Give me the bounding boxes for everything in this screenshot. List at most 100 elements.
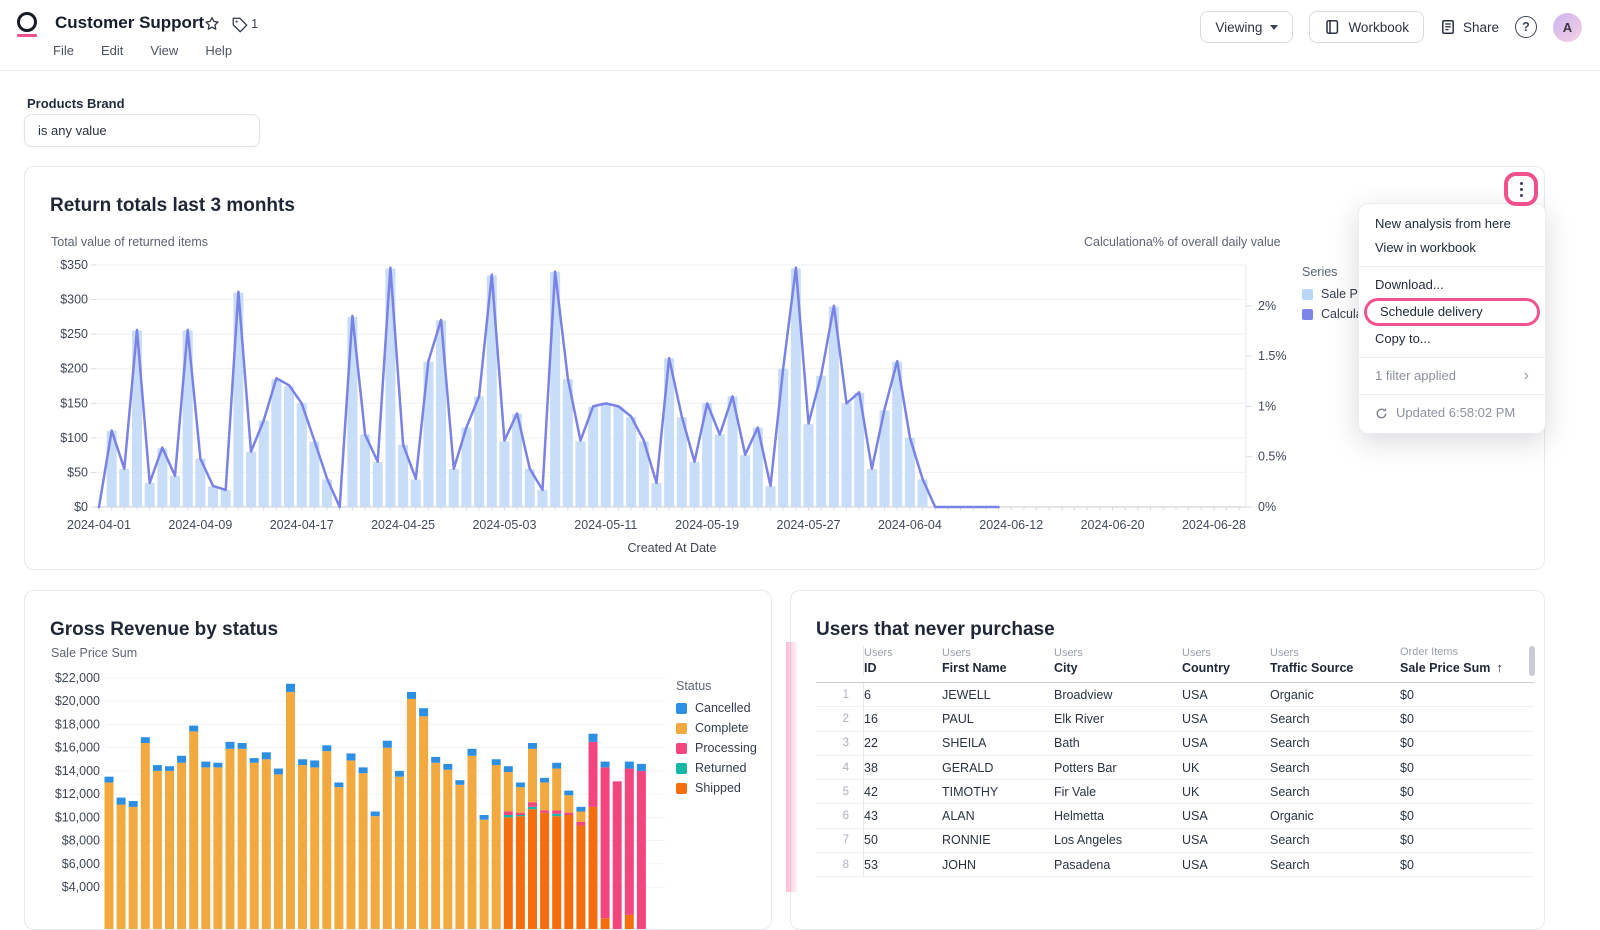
products-brand-filter[interactable]: is any value — [24, 114, 260, 147]
column-header-id[interactable]: Users ID — [864, 647, 942, 675]
legend-swatch — [676, 722, 687, 734]
svg-text:$250: $250 — [60, 327, 88, 341]
svg-text:Created At Date: Created At Date — [628, 541, 717, 555]
column-header-first-name[interactable]: Users First Name — [942, 647, 1054, 675]
svg-text:$300: $300 — [60, 293, 88, 307]
share-icon — [1442, 20, 1454, 34]
menu-item-1-filter-applied[interactable]: 1 filter applied › — [1359, 364, 1545, 388]
menu-item-label: Schedule delivery — [1380, 304, 1483, 319]
table-row[interactable]: 8 53 JOHN Pasadena USA Search $0 — [816, 853, 1534, 878]
column-field-label: City — [1054, 661, 1078, 675]
column-header-sale-price-sum[interactable]: Order Items Sale Price Sum ↑ — [1400, 646, 1534, 675]
table-cell: JOHN — [942, 857, 977, 872]
favorite-star-icon[interactable] — [203, 15, 221, 33]
legend-item-shipped[interactable]: Shipped — [676, 781, 757, 795]
svg-text:$14,000: $14,000 — [55, 764, 100, 778]
workbook-button[interactable]: Workbook — [1309, 11, 1424, 43]
menu-item-download[interactable]: Download... — [1359, 273, 1545, 297]
svg-text:2024-04-09: 2024-04-09 — [168, 518, 232, 532]
menu-item-label: 1 filter applied — [1375, 368, 1456, 383]
table-row[interactable]: 7 50 RONNIE Los Angeles USA Search $0 — [816, 828, 1534, 854]
legend-title: Status — [676, 679, 712, 693]
table-cell: $0 — [1400, 809, 1414, 824]
menu-help[interactable]: Help — [205, 43, 232, 58]
help-button[interactable]: ? — [1515, 16, 1537, 38]
legend-swatch — [676, 762, 687, 774]
column-header-traffic-source[interactable]: Users Traffic Source — [1270, 647, 1400, 675]
svg-text:$6,000: $6,000 — [62, 857, 100, 871]
menu-view[interactable]: View — [150, 43, 178, 58]
menu-item-label: Download... — [1375, 277, 1444, 292]
svg-text:2024-06-12: 2024-06-12 — [979, 518, 1043, 532]
menu-item-schedule-delivery[interactable]: Schedule delivery — [1364, 298, 1540, 326]
legend-label: Shipped — [695, 781, 741, 795]
legend-item-processing[interactable]: Processing — [676, 741, 757, 755]
sort-asc-icon[interactable]: ↑ — [1496, 660, 1503, 675]
svg-text:2024-05-19: 2024-05-19 — [675, 518, 739, 532]
menu-item-label: New analysis from here — [1375, 216, 1511, 231]
table-cell: USA — [1182, 687, 1208, 702]
column-group-label: Users — [1054, 647, 1083, 659]
menu-item-updated-6-58-02-pm[interactable]: Updated 6:58:02 PM — [1359, 401, 1545, 425]
column-field-label: Sale Price Sum ↑ — [1400, 660, 1503, 675]
table-cell: Bath — [1054, 736, 1080, 751]
legend-label: Cancelled — [695, 701, 751, 715]
row-number: 2 — [816, 707, 864, 731]
table-cell: RONNIE — [942, 833, 991, 848]
svg-text:2024-06-20: 2024-06-20 — [1081, 518, 1145, 532]
menu-file[interactable]: File — [53, 43, 74, 58]
chart1-right-axis-label: Calculationa% of overall daily value — [1084, 235, 1281, 249]
menu-item-view-in-workbook[interactable]: View in workbook — [1359, 236, 1545, 260]
chevron-down-icon — [1270, 25, 1279, 30]
table-cell: TIMOTHY — [942, 784, 999, 799]
column-group-label: Order Items — [1400, 646, 1459, 658]
tag-icon[interactable] — [231, 16, 249, 34]
legend-item-cancelled[interactable]: Cancelled — [676, 701, 757, 715]
svg-text:1.5%: 1.5% — [1258, 349, 1287, 363]
users-table-card: Users that never purchase Users ID Users Fi… — [790, 590, 1545, 930]
table-cell: $0 — [1400, 736, 1414, 751]
kebab-menu-button[interactable] — [1519, 181, 1523, 197]
return-totals-chart-card: Return totals last 3 monhts Total value … — [24, 166, 1545, 570]
table-corner-cell — [816, 646, 864, 675]
table-cell: $0 — [1400, 857, 1414, 872]
menubar: File Edit View Help — [53, 43, 232, 58]
column-header-city[interactable]: Users City — [1054, 647, 1182, 675]
table-cell: USA — [1182, 711, 1208, 726]
svg-text:$350: $350 — [60, 258, 88, 272]
column-header-country[interactable]: Users Country — [1182, 647, 1270, 675]
table-row[interactable]: 5 42 TIMOTHY Fir Vale UK Search $0 — [816, 780, 1534, 805]
legend-item-sale-pr[interactable]: Sale Pr — [1302, 287, 1363, 301]
viewing-dropdown[interactable]: Viewing — [1200, 11, 1294, 43]
legend-item-returned[interactable]: Returned — [676, 761, 757, 775]
legend-label: Calcula — [1321, 307, 1363, 321]
table-row[interactable]: 1 6 JEWELL Broadview USA Organic $0 — [816, 683, 1534, 708]
table-cell: USA — [1182, 857, 1208, 872]
chart1-left-axis-label: Total value of returned items — [51, 235, 209, 249]
avatar[interactable]: A — [1553, 12, 1582, 42]
table-row[interactable]: 2 16 PAUL Elk River USA Search $0 — [816, 707, 1534, 732]
table-cell: Search — [1270, 736, 1310, 751]
table-row[interactable]: 4 38 GERALD Potters Bar UK Search $0 — [816, 755, 1534, 781]
share-button[interactable]: Share — [1440, 19, 1499, 35]
menu-item-copy-to[interactable]: Copy to... — [1359, 327, 1545, 351]
table-cell: 16 — [864, 711, 878, 726]
svg-text:$8,000: $8,000 — [62, 834, 100, 848]
menu-edit[interactable]: Edit — [101, 43, 123, 58]
workbook-label: Workbook — [1348, 19, 1409, 35]
svg-text:$18,000: $18,000 — [55, 717, 100, 731]
svg-text:1%: 1% — [1258, 399, 1276, 413]
column-field-label: ID — [864, 661, 877, 675]
legend-item-complete[interactable]: Complete — [676, 721, 757, 735]
menu-item-new-analysis-from-here[interactable]: New analysis from here — [1359, 212, 1545, 236]
legend-item-calcula[interactable]: Calcula — [1302, 307, 1363, 321]
row-number: 5 — [816, 780, 864, 804]
table-cell: Potters Bar — [1054, 760, 1117, 775]
book-icon — [1326, 20, 1339, 34]
refresh-icon — [1375, 407, 1388, 420]
table-scrollbar[interactable] — [1529, 646, 1535, 676]
table-row[interactable]: 6 43 ALAN Helmetta USA Organic $0 — [816, 804, 1534, 829]
menu-item-label: Updated 6:58:02 PM — [1396, 405, 1516, 420]
table-row[interactable]: 3 22 SHEILA Bath USA Search $0 — [816, 731, 1534, 756]
table-cell: $0 — [1400, 760, 1414, 775]
